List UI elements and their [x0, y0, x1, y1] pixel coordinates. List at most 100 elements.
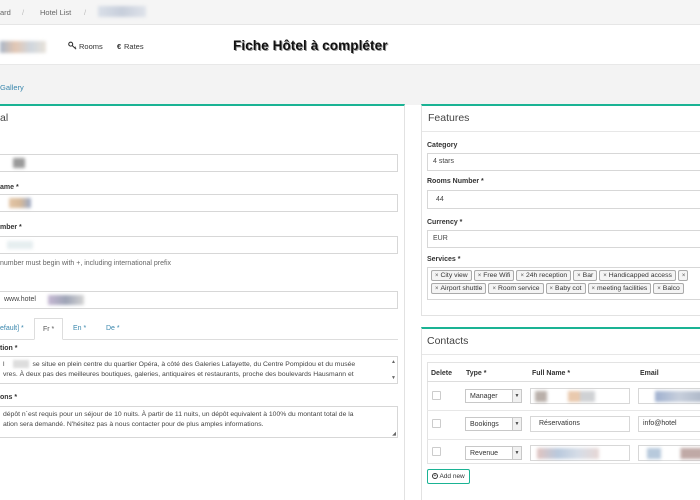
add-contact-button[interactable]: + Add new [427, 469, 470, 484]
delete-checkbox[interactable] [432, 419, 441, 428]
hotel-code-field[interactable] [0, 154, 398, 172]
remove-tag-icon[interactable]: × [435, 286, 439, 292]
contact-type-value: Bookings [470, 421, 499, 428]
nav-rooms[interactable]: Rooms [79, 42, 103, 51]
service-tag: × Baby cot [545, 283, 586, 294]
service-tag-label: Bar [582, 272, 594, 279]
service-tag-label: Balco [662, 285, 680, 292]
remove-tag-icon[interactable]: × [657, 286, 661, 292]
column-header-type: Type * [466, 370, 487, 377]
service-tag: × City view [431, 270, 472, 281]
service-tag-label: Handicapped access [608, 272, 672, 279]
contact-name-field[interactable] [530, 445, 630, 461]
service-tag: × Free Wifi [473, 270, 515, 281]
breadcrumb-hotel-name-redacted [98, 6, 146, 17]
service-tag-label: Room service [497, 285, 540, 292]
description-textarea[interactable]: l se situe en plein centre du quartier Op… [0, 356, 398, 384]
tab-fr[interactable]: Fr * [34, 318, 63, 340]
features-divider [422, 131, 700, 132]
currency-value: EUR [433, 235, 448, 242]
nav-rates[interactable]: Rates [124, 42, 144, 51]
service-tag-label: 24h reception [525, 272, 568, 279]
delete-checkbox[interactable] [432, 447, 441, 456]
scroll-up-icon[interactable]: ▲ [391, 358, 396, 368]
scroll-down-icon[interactable]: ▼ [391, 374, 396, 383]
services-tags-field[interactable]: × City view × Free Wifi × 24h reception × Bar × H… [427, 267, 700, 300]
contact-email-value: info@hotel [643, 420, 677, 427]
contact-email-field[interactable]: info@hotel [638, 416, 700, 432]
contact-email-field[interactable] [638, 388, 700, 404]
chevron-down-icon[interactable]: ▼ [512, 390, 521, 402]
delete-checkbox[interactable] [432, 391, 441, 400]
service-tag: × [677, 270, 688, 281]
service-tag: × Airport shuttle [431, 283, 487, 294]
contacts-divider [422, 354, 700, 355]
euro-icon: € [117, 42, 122, 51]
plus-icon: + [432, 473, 438, 480]
description-label: tion * [0, 345, 18, 352]
conditions-text-line2: ation sera demandé. N'hésitez pas à nous… [3, 420, 264, 428]
breadcrumb: ard / Hotel List / [0, 0, 700, 25]
conditions-textarea[interactable]: dépôt n`est requis pour un séjour de 10 … [0, 406, 398, 438]
breadcrumb-dashboard[interactable]: ard [0, 8, 11, 17]
key-icon [68, 41, 77, 52]
breadcrumb-separator: / [22, 8, 25, 17]
service-tag-label: Baby cot [555, 285, 582, 292]
currency-select[interactable]: EUR [427, 230, 700, 248]
category-value: 4 stars [433, 158, 455, 165]
phone-help-text: number must begin with +, including inte… [0, 260, 172, 267]
chevron-down-icon[interactable]: ▼ [512, 418, 521, 430]
breadcrumb-hotel-list[interactable]: Hotel List [40, 8, 71, 17]
remove-tag-icon[interactable]: × [520, 273, 524, 279]
contact-type-select[interactable]: Manager ▼ [465, 389, 522, 403]
hotel-name-field[interactable] [0, 194, 398, 212]
chevron-down-icon[interactable]: ▼ [512, 447, 521, 459]
phone-field[interactable] [0, 236, 398, 254]
website-value: www.hotel [4, 296, 36, 303]
tab-en[interactable]: En * [73, 325, 86, 332]
tab-fr-label: Fr * [43, 326, 55, 333]
conditions-label: ons * [0, 394, 18, 401]
features-panel-title: Features [428, 112, 470, 124]
add-contact-label: Add new [439, 473, 465, 480]
contact-name-field[interactable]: Réservations [530, 416, 630, 432]
sub-navigation [0, 65, 700, 105]
column-header-full-name: Full Name * [532, 370, 571, 377]
category-select[interactable]: 4 stars [427, 153, 700, 171]
service-tag: × Handicapped access [599, 270, 676, 281]
remove-tag-icon[interactable]: × [682, 273, 686, 279]
contact-type-value: Manager [470, 393, 498, 400]
currency-label: Currency * [427, 219, 463, 226]
page-title: Fiche Hôtel à compléter [233, 38, 388, 53]
rooms-number-value: 44 [436, 196, 444, 203]
rooms-number-label: Rooms Number * [427, 178, 484, 185]
description-text-start: l [3, 361, 5, 368]
contact-type-select[interactable]: Bookings ▼ [465, 417, 522, 431]
hotel-name-label: ame * [0, 184, 19, 191]
service-tag-label: Airport shuttle [440, 285, 483, 292]
contact-name-field[interactable] [530, 388, 630, 404]
service-tag-label: Free Wifi [483, 272, 511, 279]
conditions-text-line1: dépôt n`est requis pour un séjour de 10 … [3, 411, 354, 418]
rooms-number-field[interactable]: 44 [427, 190, 700, 209]
remove-tag-icon[interactable]: × [435, 273, 439, 279]
hotel-logo-redacted [0, 41, 46, 53]
website-field[interactable]: www.hotel [0, 291, 398, 309]
services-label: Services * [427, 256, 461, 263]
remove-tag-icon[interactable]: × [592, 286, 596, 292]
remove-tag-icon[interactable]: × [478, 273, 482, 279]
contact-type-select[interactable]: Revenue ▼ [465, 446, 522, 460]
remove-tag-icon[interactable]: × [603, 273, 607, 279]
remove-tag-icon[interactable]: × [577, 273, 581, 279]
remove-tag-icon[interactable]: × [550, 286, 554, 292]
service-tag: × meeting facilities [587, 283, 652, 294]
tab-de[interactable]: De * [106, 325, 120, 332]
contacts-panel-title: Contacts [427, 335, 469, 347]
tab-default[interactable]: efault] * [0, 325, 24, 332]
remove-tag-icon[interactable]: × [492, 286, 496, 292]
tab-gallery[interactable]: Gallery [0, 83, 24, 92]
contact-email-field[interactable] [638, 445, 700, 461]
resize-handle-icon[interactable]: ◢ [392, 430, 396, 437]
service-tag-label: City view [440, 272, 468, 279]
service-tag: × 24h reception [516, 270, 572, 281]
